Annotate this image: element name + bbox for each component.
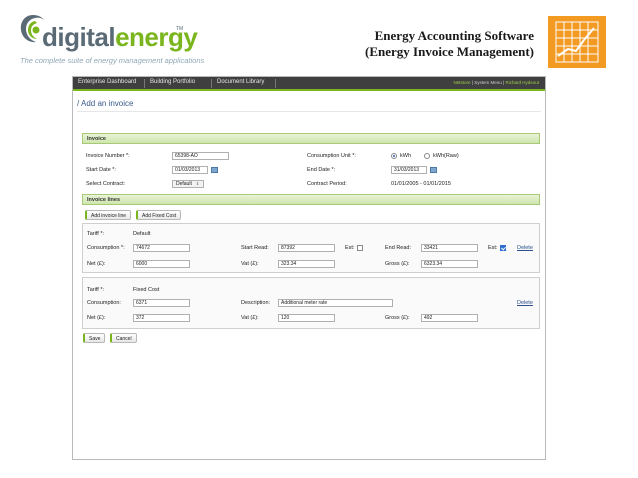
nav-divider (275, 79, 276, 88)
logo-word-digital: digital (42, 22, 116, 52)
gross-label: Gross (£): (385, 261, 410, 267)
calendar-icon[interactable] (430, 167, 437, 173)
calendar-icon[interactable] (211, 167, 218, 173)
est-end-label: Est: (488, 245, 498, 251)
est-end-checkbox[interactable] (500, 245, 506, 251)
unit-option-kwh-label: kWh (400, 153, 411, 159)
vat-input[interactable]: 120 (278, 314, 335, 322)
description-label: Description: (241, 300, 271, 306)
slide: digitalenergy TM The complete suite of e… (0, 0, 638, 478)
save-button[interactable]: Save (83, 333, 106, 343)
invoice-line-1: Tariff *: Default Consumption *: 74672 S… (82, 223, 540, 273)
select-contract-label: Select Contract: (86, 181, 126, 187)
top-navigation: Enterprise Dashboard Building Portfolio … (73, 77, 545, 91)
page-title: / Add an invoice (77, 99, 134, 108)
description-input[interactable]: Additional meter rate (278, 299, 393, 307)
unit-option-kwh-raw-label: kWh(Raw) (433, 153, 459, 159)
consumption-label: Consumption *: (87, 245, 125, 251)
add-invoice-line-button[interactable]: Add invoice line (85, 210, 132, 220)
consumption-label: Consumption: (87, 300, 121, 306)
contract-period-value: 01/01/2005 - 01/01/2015 (391, 181, 451, 187)
nav-divider (144, 79, 145, 88)
tariff-value: Fixed Cost (133, 287, 160, 293)
logo-wordmark: digitalenergy (42, 22, 198, 52)
vat-input[interactable]: 323.34 (278, 260, 335, 268)
cancel-button[interactable]: Cancel (110, 333, 137, 343)
start-read-label: Start Read: (241, 245, 269, 251)
contract-period-label: Contract Period: (307, 181, 347, 187)
end-read-label: End Read: (385, 245, 411, 251)
end-read-input[interactable]: 33421 (421, 244, 478, 252)
add-fixed-cost-button[interactable]: Add Fixed Cost (136, 210, 182, 220)
contract-select-value: Default (176, 181, 192, 187)
nav-tab-enterprise-dashboard[interactable]: Enterprise Dashboard (75, 79, 139, 85)
net-label: Net (£): (87, 261, 106, 267)
tariff-label: Tariff *: (87, 287, 105, 293)
nav-tab-building-portfolio[interactable]: Building Portfolio (147, 79, 198, 85)
tariff-value: Default (133, 231, 151, 237)
nav-link-separator: | (471, 80, 473, 85)
net-input[interactable]: 372 (133, 314, 190, 322)
start-read-input[interactable]: 87392 (278, 244, 335, 252)
tagline: The complete suite of energy management … (20, 56, 205, 65)
invoice-number-label: Invoice Number *: (86, 153, 130, 159)
trademark: TM (176, 26, 184, 32)
slide-title-line2: (Energy Invoice Management) (365, 44, 534, 59)
est-start-checkbox[interactable] (357, 245, 363, 251)
consumption-input[interactable]: 74672 (133, 244, 190, 252)
nav-link-system-menu[interactable]: System Menu (474, 80, 502, 85)
slide-title-line1: Energy Accounting Software (374, 28, 534, 43)
contract-select[interactable]: Default ⇕ (172, 180, 204, 188)
est-start-label: Est: (345, 245, 355, 251)
nav-divider (211, 79, 212, 88)
chevron-updown-icon: ⇕ (195, 181, 200, 186)
net-label: Net (£): (87, 315, 106, 321)
nav-link-user[interactable]: Richard Hydeout (505, 80, 539, 85)
end-date-label: End Date *: (307, 167, 336, 173)
unit-radio-kwh-raw[interactable] (424, 153, 430, 159)
nav-link-netstore[interactable]: Netstore (454, 80, 471, 85)
vat-label: Vat (£): (241, 261, 259, 267)
invoice-line-2: Tariff *: Fixed Cost Consumption: 6371 D… (82, 277, 540, 329)
unit-radio-kwh[interactable] (391, 153, 397, 159)
tariff-label: Tariff *: (87, 231, 105, 237)
delete-line-2-link[interactable]: Delete (517, 300, 533, 306)
slide-title: Energy Accounting Software (Energy Invoi… (365, 28, 534, 60)
consumption-unit-label: Consumption Unit *: (307, 153, 356, 159)
delete-line-1-link[interactable]: Delete (517, 245, 533, 251)
logo-word-energy: energy (115, 22, 198, 52)
nav-tab-document-library[interactable]: Document Library (214, 79, 267, 85)
net-input[interactable]: 6000 (133, 260, 190, 268)
title-divider (77, 111, 541, 112)
line-chart-tile (548, 16, 606, 68)
gross-input[interactable]: 6323.34 (421, 260, 478, 268)
gross-label: Gross (£): (385, 315, 410, 321)
consumption-input[interactable]: 6371 (133, 299, 190, 307)
vat-label: Vat (£): (241, 315, 259, 321)
start-date-input[interactable]: 01/03/2013 (172, 166, 208, 174)
end-date-input[interactable]: 31/03/2013 (391, 166, 427, 174)
invoice-number-input[interactable]: 65398-AO (172, 152, 229, 160)
app-window: Enterprise Dashboard Building Portfolio … (72, 76, 546, 460)
start-date-label: Start Date *: (86, 167, 116, 173)
line-chart-icon (555, 21, 599, 63)
invoice-lines-section-header: Invoice lines (82, 194, 540, 205)
gross-input[interactable]: 492 (421, 314, 478, 322)
nav-user-links: Netstore | System Menu | Richard Hydeout (454, 80, 539, 85)
invoice-section-header: Invoice (82, 133, 540, 144)
